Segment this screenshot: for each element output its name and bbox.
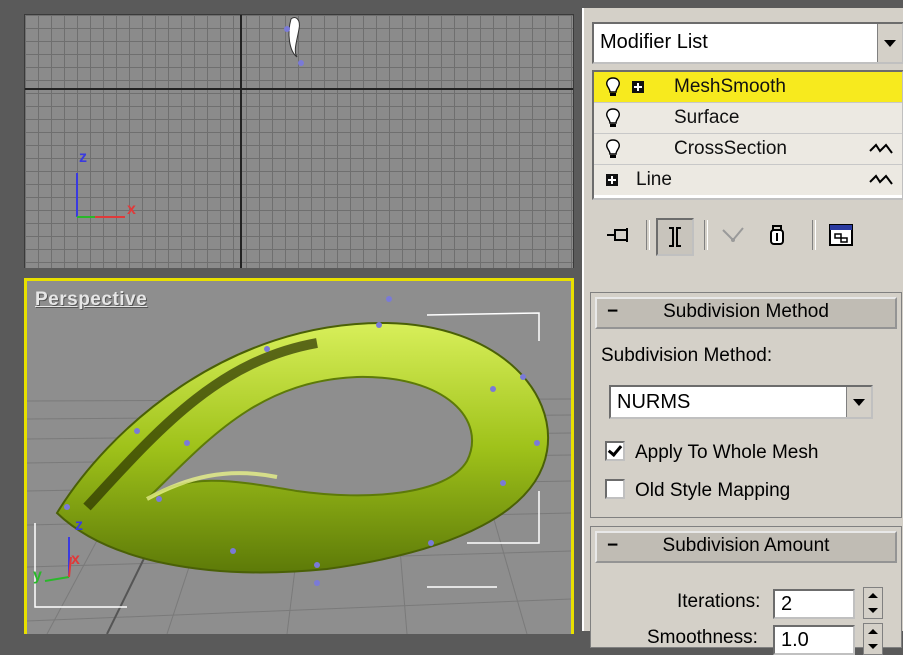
- chevron-down-icon[interactable]: [846, 387, 871, 417]
- toolbar-separator: [812, 220, 816, 250]
- pin-stack-button[interactable]: [602, 218, 636, 252]
- plus-box-icon[interactable]: [632, 81, 644, 93]
- spinner-down-icon[interactable]: [868, 644, 878, 649]
- persp-axis-z-label: z: [75, 517, 83, 534]
- subdivision-amount-rollout: − Subdivision Amount Iterations: 2 Smoot…: [590, 526, 902, 655]
- iterations-label: Iterations:: [677, 591, 761, 612]
- viewport-divider[interactable]: [0, 268, 582, 278]
- configure-sets-icon: [829, 224, 853, 246]
- iterations-value: 2: [781, 593, 793, 615]
- stack-item-surface[interactable]: Surface: [594, 103, 902, 134]
- chevron-down-icon[interactable]: [877, 24, 902, 62]
- subdivision-amount-rollout-header[interactable]: − Subdivision Amount: [595, 531, 897, 563]
- smoothness-value: 1.0: [781, 629, 809, 651]
- smoothness-spinner-arrows[interactable]: [863, 623, 883, 655]
- apply-whole-mesh-label: Apply To Whole Mesh: [635, 442, 819, 463]
- stack-item-label: CrossSection: [674, 138, 787, 159]
- lightbulb-icon[interactable]: [604, 76, 622, 98]
- pin-stack-icon: [607, 228, 628, 242]
- stack-toolbar: [592, 214, 900, 260]
- lightbulb-icon[interactable]: [604, 107, 622, 129]
- subdivision-method-value: NURMS: [617, 391, 691, 413]
- iterations-spinner-arrows[interactable]: [863, 587, 883, 619]
- collapse-icon[interactable]: −: [607, 299, 618, 325]
- top-view-scene: [25, 15, 573, 269]
- smoothness-spinner-field[interactable]: 1.0: [773, 625, 855, 655]
- persp-axis-y-label: y: [33, 567, 42, 584]
- iterations-spinner-field[interactable]: 2: [773, 589, 855, 619]
- collapse-icon[interactable]: −: [607, 533, 618, 559]
- modifier-list-label: Modifier List: [600, 31, 708, 53]
- stack-item-line[interactable]: Line: [594, 165, 902, 195]
- perspective-scene: [27, 296, 571, 634]
- spinner-down-icon[interactable]: [868, 608, 878, 613]
- stack-item-label: MeshSmooth: [674, 76, 786, 97]
- make-unique-icon: [722, 227, 744, 242]
- apply-whole-mesh-checkbox[interactable]: [605, 441, 625, 461]
- top-axis-z-label: z: [79, 149, 87, 166]
- subdivision-method-select[interactable]: NURMS: [609, 385, 873, 419]
- old-style-mapping-row[interactable]: Old Style Mapping: [605, 479, 790, 502]
- stack-item-label: Line: [636, 169, 672, 190]
- modifier-stack[interactable]: MeshSmooth Surface CrossSection Line: [592, 70, 903, 200]
- spinner-up-icon[interactable]: [868, 629, 878, 634]
- smoothness-label: Smoothness:: [647, 627, 758, 648]
- stack-item-meshsmooth[interactable]: MeshSmooth: [594, 72, 902, 103]
- stack-item-crosssection[interactable]: CrossSection: [594, 134, 902, 165]
- old-style-mapping-label: Old Style Mapping: [635, 480, 791, 501]
- show-end-result-icon: [669, 227, 681, 247]
- old-style-mapping-checkbox[interactable]: [605, 479, 625, 499]
- remove-modifier-icon: [770, 225, 784, 245]
- top-axis-x-label: x: [127, 201, 136, 218]
- persp-axis-x-label: x: [71, 551, 80, 568]
- spinner-up-icon[interactable]: [868, 593, 878, 598]
- subdivision-method-rollout: − Subdivision Method Subdivision Method:…: [590, 292, 902, 518]
- subdivision-method-label: Subdivision Method:: [601, 345, 773, 366]
- plus-box-icon[interactable]: [606, 174, 618, 186]
- toolbar-separator: [646, 220, 650, 250]
- apply-whole-mesh-row[interactable]: Apply To Whole Mesh: [605, 441, 818, 464]
- subobject-icon[interactable]: [868, 141, 894, 157]
- rollout-title: Subdivision Method: [663, 301, 829, 322]
- lightbulb-icon[interactable]: [604, 138, 622, 160]
- perspective-viewport-label[interactable]: Perspective: [35, 289, 147, 311]
- modifier-list-dropdown[interactable]: Modifier List: [592, 22, 903, 64]
- viewport-top[interactable]: z x: [24, 14, 574, 270]
- subobject-icon[interactable]: [868, 172, 894, 188]
- show-end-result-button[interactable]: [656, 218, 694, 256]
- configure-sets-button[interactable]: [824, 218, 858, 252]
- remove-modifier-button[interactable]: [760, 218, 794, 252]
- stack-item-label: Surface: [674, 107, 740, 128]
- modify-panel: Modifier List MeshSmooth Surface CrossSe…: [582, 8, 903, 655]
- make-unique-button[interactable]: [716, 218, 750, 252]
- rollout-title: Subdivision Amount: [662, 535, 830, 556]
- subdivision-method-rollout-header[interactable]: − Subdivision Method: [595, 297, 897, 329]
- viewport-perspective[interactable]: Perspective z x y: [24, 278, 574, 634]
- toolbar-separator: [704, 220, 708, 250]
